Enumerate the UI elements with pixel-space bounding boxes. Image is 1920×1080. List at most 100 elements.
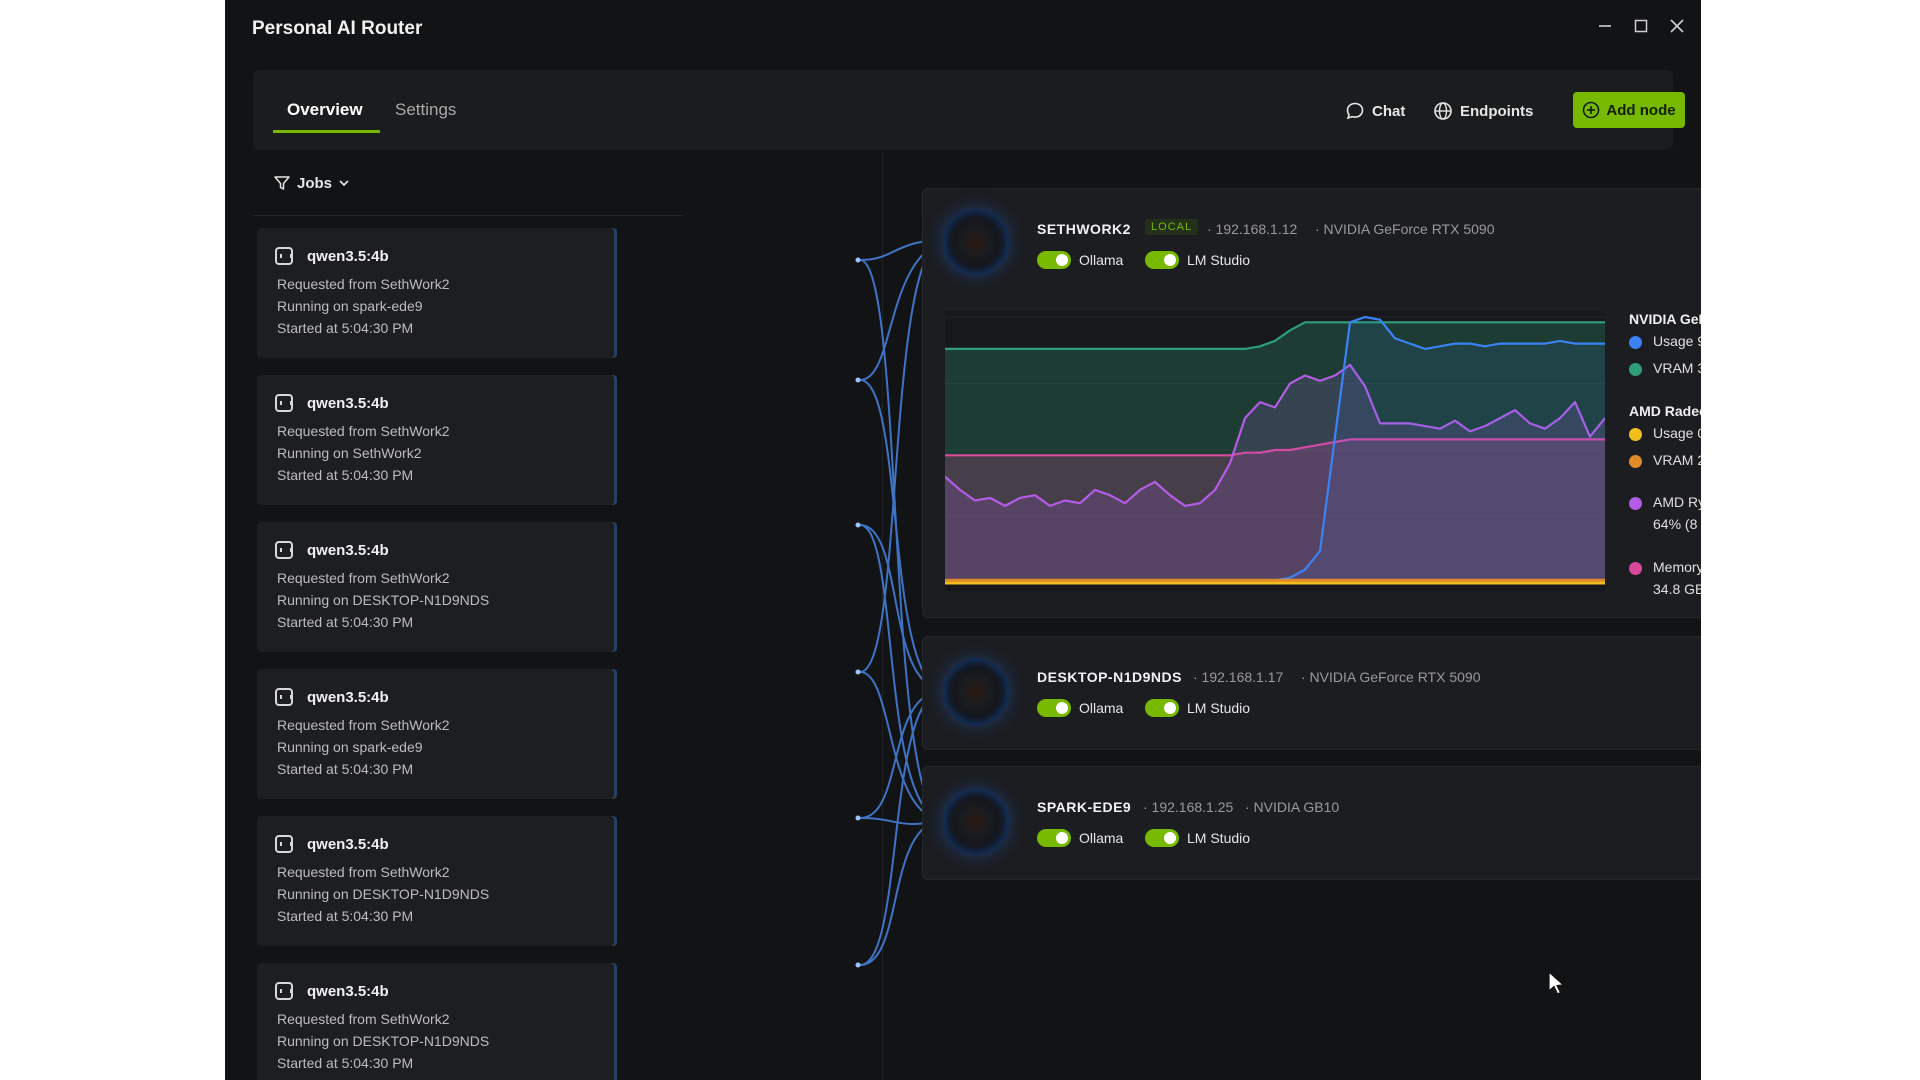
tab-settings[interactable]: Settings (395, 70, 456, 150)
add-node-button[interactable]: Add node (1573, 92, 1685, 128)
job-model: qwen3.5:4b (307, 395, 389, 412)
job-running: Running on DESKTOP-N1D9NDS (277, 1033, 490, 1049)
legend-gpu1-name: NVIDIA GeForce RTX 5090 (1629, 311, 1701, 327)
job-requested: Requested from SethWork2 (277, 717, 450, 733)
chat-icon (1346, 102, 1364, 120)
usage-chart (945, 311, 1605, 591)
legend-cpu-value: 64% (8 cores) (1653, 516, 1701, 532)
ollama-label: Ollama (1079, 252, 1124, 268)
jobs-header-divider (253, 215, 683, 216)
node-ip: · 192.168.1.12 (1207, 221, 1298, 237)
job-model: qwen3.5:4b (307, 248, 389, 265)
robot-icon (275, 688, 293, 706)
app-window: Personal AI Router Overview Settings Cha… (225, 0, 1701, 1080)
lm-studio-toggle[interactable] (1145, 251, 1179, 269)
robot-icon (275, 394, 293, 412)
job-started: Started at 5:04:30 PM (277, 614, 414, 630)
title-bar: Personal AI Router (225, 0, 1701, 56)
job-started: Started at 5:04:30 PM (277, 908, 414, 924)
minimize-icon[interactable] (1591, 12, 1619, 40)
tab-overview[interactable]: Overview (287, 70, 363, 150)
add-node-label: Add node (1606, 101, 1676, 119)
job-requested: Requested from SethWork2 (277, 570, 450, 586)
legend-dot (1629, 362, 1642, 376)
legend-cpu: AMD Ryzen 7 9800X3D 8-Cor... (1629, 494, 1701, 510)
node-status-ring (943, 659, 1009, 725)
legend-gpu1-usage-text: Usage 90% (1653, 333, 1701, 349)
job-requested: Requested from SethWork2 (277, 423, 450, 439)
ollama-label: Ollama (1079, 830, 1124, 846)
node-card-desktop-n1d9nds[interactable]: DESKTOP-N1D9NDS · 192.168.1.17 · NVIDIA … (922, 636, 1701, 750)
lm-studio-toggle[interactable] (1145, 699, 1179, 717)
job-started: Started at 5:04:30 PM (277, 1055, 414, 1071)
legend-gpu2-usage-text: Usage 0% (1653, 425, 1701, 441)
close-icon[interactable] (1663, 12, 1691, 40)
chevron-down-icon (339, 180, 349, 187)
plus-circle-icon (1583, 101, 1600, 119)
endpoints-label: Endpoints (1460, 102, 1534, 120)
jobs-filter-label: Jobs (297, 174, 333, 192)
legend-gpu2-vram: VRAM 21.2 MB / 2 GB (1629, 452, 1701, 468)
ollama-toggle[interactable] (1037, 699, 1071, 717)
legend-dot (1629, 561, 1642, 575)
local-badge: LOCAL (1145, 219, 1199, 235)
job-card[interactable]: qwen3.5:4b Requested from SethWork2 Runnin… (257, 669, 617, 799)
lm-studio-label: LM Studio (1187, 830, 1251, 846)
legend-gpu2-usage: Usage 0% (1629, 425, 1701, 441)
job-running: Running on DESKTOP-N1D9NDS (277, 592, 490, 608)
job-started: Started at 5:04:30 PM (277, 467, 414, 483)
node-card-sethwork2[interactable]: SETHWORK2 LOCAL · 192.168.1.12 · NVIDIA … (922, 188, 1701, 618)
chat-button[interactable]: Chat (1345, 96, 1405, 126)
maximize-icon[interactable] (1627, 12, 1655, 40)
lm-studio-toggle[interactable] (1145, 829, 1179, 847)
node-gpu: · NVIDIA GeForce RTX 5090 (1301, 669, 1481, 685)
lm-studio-label: LM Studio (1187, 700, 1251, 716)
node-card-spark-ede9[interactable]: SPARK-EDE9 · 192.168.1.25 · NVIDIA GB10 … (922, 766, 1701, 880)
job-card[interactable]: qwen3.5:4b Requested from SethWork2 Runnin… (257, 963, 617, 1080)
legend-dot (1629, 496, 1642, 510)
legend-gpu2-name: AMD Radeon(TM) Graphics (1629, 403, 1701, 419)
job-running: Running on DESKTOP-N1D9NDS (277, 886, 490, 902)
robot-icon (275, 982, 293, 1000)
legend-memory: Memory (1629, 559, 1701, 575)
job-model: qwen3.5:4b (307, 836, 389, 853)
top-nav-bar: Overview Settings Chat Endpoints Add nod… (253, 70, 1685, 150)
legend-gpu1-vram-text: VRAM 30.9 GB / 31.4 GB (1653, 360, 1701, 376)
job-card[interactable]: qwen3.5:4b Requested from SethWork2 Runnin… (257, 522, 617, 652)
node-gpu: · NVIDIA GB10 (1245, 799, 1340, 815)
job-model: qwen3.5:4b (307, 542, 389, 559)
job-running: Running on spark-ede9 (277, 298, 423, 314)
job-started: Started at 5:04:30 PM (277, 320, 414, 336)
legend-memory-value: 34.8 GB / 64 GB (1653, 581, 1701, 597)
node-name: SPARK-EDE9 (1037, 799, 1132, 815)
legend-dot (1629, 335, 1642, 349)
legend-gpu2-vram-text: VRAM 21.2 MB / 2 GB (1653, 452, 1701, 468)
filter-icon (274, 176, 290, 190)
ollama-toggle[interactable] (1037, 251, 1071, 269)
ollama-toggle[interactable] (1037, 829, 1071, 847)
robot-icon (275, 247, 293, 265)
legend-memory-name: Memory (1653, 559, 1701, 575)
job-requested: Requested from SethWork2 (277, 1011, 450, 1027)
legend-gpu1-usage: Usage 90% (1629, 333, 1701, 349)
job-requested: Requested from SethWork2 (277, 864, 450, 880)
node-status-ring (943, 209, 1009, 275)
job-card[interactable]: qwen3.5:4b Requested from SethWork2 Runnin… (257, 816, 617, 946)
legend-dot (1629, 454, 1642, 468)
ollama-label: Ollama (1079, 700, 1124, 716)
mouse-cursor-icon (1548, 970, 1565, 995)
endpoints-button[interactable]: Endpoints (1433, 96, 1533, 126)
job-card[interactable]: qwen3.5:4b Requested from SethWork2 Runnin… (257, 228, 617, 358)
legend-cpu-name: AMD Ryzen 7 9800X3D 8-Cor... (1653, 494, 1701, 510)
node-gpu: · NVIDIA GeForce RTX 5090 (1315, 221, 1495, 237)
node-name: DESKTOP-N1D9NDS (1037, 669, 1182, 685)
jobs-filter-dropdown[interactable]: Jobs (273, 174, 350, 192)
node-status-ring (943, 789, 1009, 855)
globe-icon (1434, 102, 1452, 120)
chat-label: Chat (1372, 102, 1406, 120)
legend-gpu1-vram: VRAM 30.9 GB / 31.4 GB (1629, 360, 1701, 376)
job-model: qwen3.5:4b (307, 689, 389, 706)
job-requested: Requested from SethWork2 (277, 276, 450, 292)
legend-dot (1629, 427, 1642, 441)
job-card[interactable]: qwen3.5:4b Requested from SethWork2 Runnin… (257, 375, 617, 505)
